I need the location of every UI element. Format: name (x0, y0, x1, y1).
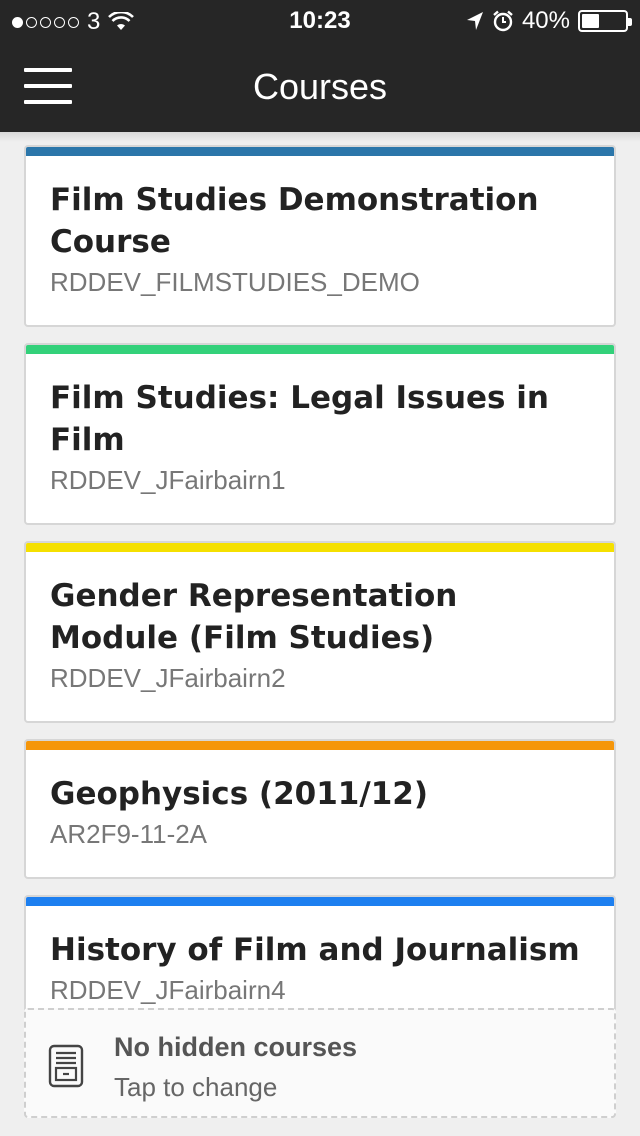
course-code: RDDEV_JFairbairn1 (50, 465, 286, 495)
course-card[interactable]: Film Studies: Legal Issues in Film RDDEV… (24, 343, 616, 525)
course-card[interactable]: Gender Representation Module (Film Studi… (24, 541, 616, 723)
course-color-stripe (26, 543, 614, 552)
location-arrow-icon (466, 12, 483, 30)
course-code: AR2F9-11-2A (50, 819, 208, 849)
hidden-courses-title: No hidden courses (114, 1032, 358, 1062)
course-code: RDDEV_JFairbairn2 (50, 663, 286, 693)
course-color-stripe (26, 345, 614, 354)
top-bar: 3 10:23 40% Courses (0, 0, 640, 132)
course-color-stripe (26, 897, 614, 906)
status-bar: 3 10:23 40% (0, 0, 640, 40)
course-code: RDDEV_JFairbairn4 (50, 975, 286, 1005)
course-title: Geophysics (2011/12) (50, 776, 429, 812)
alarm-clock-icon (493, 10, 513, 32)
course-title: History of Film and Journalism (50, 932, 580, 968)
header-shadow (0, 132, 640, 142)
archive-icon (48, 1044, 84, 1088)
navigation-bar: Courses (0, 40, 640, 132)
course-color-stripe (26, 147, 614, 156)
course-card[interactable]: Film Studies Demonstration Course RDDEV_… (24, 145, 616, 327)
page-title: Courses (252, 66, 388, 107)
battery-icon (578, 10, 632, 32)
course-card[interactable]: Geophysics (2011/12) AR2F9-11-2A (24, 739, 616, 879)
hidden-courses-button[interactable]: No hidden courses Tap to change (24, 1008, 616, 1118)
battery-percent: 40% (521, 7, 570, 34)
course-code: RDDEV_FILMSTUDIES_DEMO (50, 267, 420, 297)
course-color-stripe (26, 741, 614, 750)
course-title: Film Studies: Legal Issues in Film (50, 380, 549, 458)
hidden-courses-subtitle: Tap to change (114, 1072, 278, 1102)
course-title: Gender Representation Module (Film Studi… (50, 578, 458, 656)
course-list: Film Studies Demonstration Course RDDEV_… (24, 145, 616, 1051)
course-title: Film Studies Demonstration Course (50, 182, 539, 260)
